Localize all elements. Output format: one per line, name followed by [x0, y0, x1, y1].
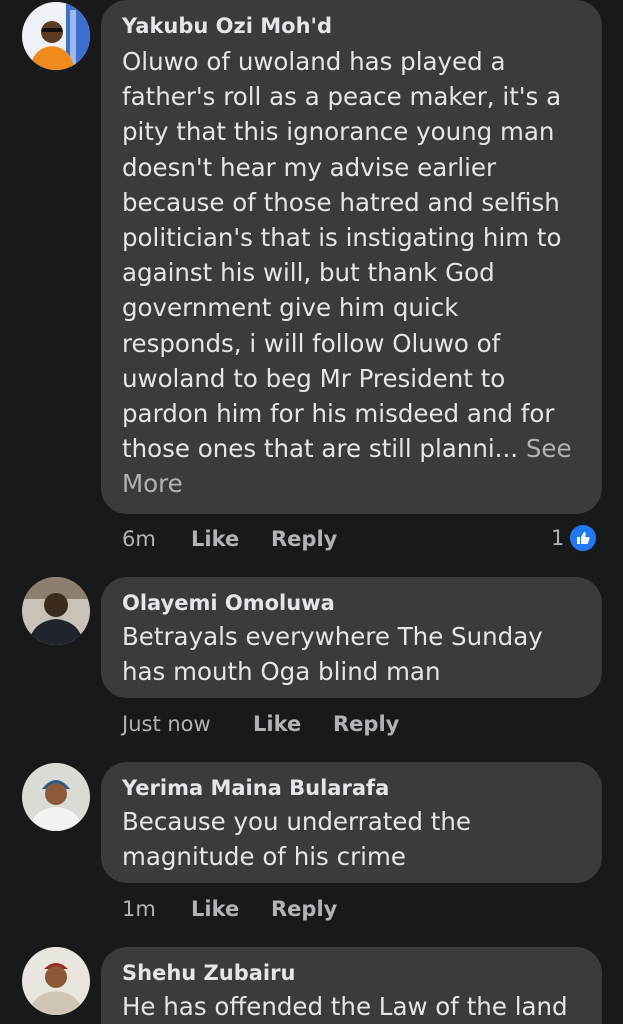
comment-author[interactable]: Olayemi Omoluwa [122, 591, 335, 615]
avatar[interactable] [22, 2, 90, 70]
avatar[interactable] [22, 577, 90, 645]
comment-bubble: Yerima Maina Bularafa Because you underr… [101, 762, 602, 883]
reaction-count-label: 1 [551, 526, 565, 550]
reaction-count[interactable]: 1 [551, 523, 599, 553]
avatar[interactable] [22, 763, 90, 831]
avatar-photo-icon [22, 763, 90, 831]
comment-bubble: Shehu Zubairu He has offended the Law of… [101, 947, 602, 1024]
comment-timestamp[interactable]: Just now [122, 712, 253, 736]
comment-actions: 6m Like Reply [122, 527, 337, 551]
comment-bubble: Yakubu Ozi Moh'd Oluwo of uwoland has pl… [101, 0, 602, 514]
like-button[interactable]: Like [253, 712, 333, 736]
reply-button[interactable]: Reply [333, 712, 399, 736]
comment-text-content: Oluwo of uwoland has played a father's r… [122, 47, 562, 464]
comment-text: Because you underrated the magnitude of … [122, 807, 471, 872]
comment-text: Betrayals everywhere The Sunday has mout… [122, 622, 543, 687]
comment-bubble: Olayemi Omoluwa Betrayals everywhere The… [101, 577, 602, 698]
like-button[interactable]: Like [191, 897, 271, 921]
comment-author[interactable]: Yakubu Ozi Moh'd [122, 14, 332, 38]
comment-text: Oluwo of uwoland has played a father's r… [122, 44, 572, 502]
reply-button[interactable]: Reply [271, 897, 337, 921]
comment-actions: 1m Like Reply [122, 897, 337, 921]
comment-author[interactable]: Yerima Maina Bularafa [122, 776, 389, 800]
comment-timestamp[interactable]: 6m [122, 527, 191, 551]
comment-author[interactable]: Shehu Zubairu [122, 961, 295, 985]
avatar-photo-icon [22, 947, 90, 1015]
comments-feed: Yakubu Ozi Moh'd Oluwo of uwoland has pl… [0, 0, 623, 1024]
comment-text: He has offended the Law of the land [122, 992, 568, 1021]
comment-timestamp[interactable]: 1m [122, 897, 191, 921]
comment-actions: Just now Like Reply [122, 712, 399, 736]
avatar-photo-icon [22, 2, 90, 70]
avatar-photo-icon [22, 577, 90, 645]
avatar[interactable] [22, 947, 90, 1015]
like-button[interactable]: Like [191, 527, 271, 551]
thumbs-up-icon [568, 523, 599, 553]
reply-button[interactable]: Reply [271, 527, 337, 551]
